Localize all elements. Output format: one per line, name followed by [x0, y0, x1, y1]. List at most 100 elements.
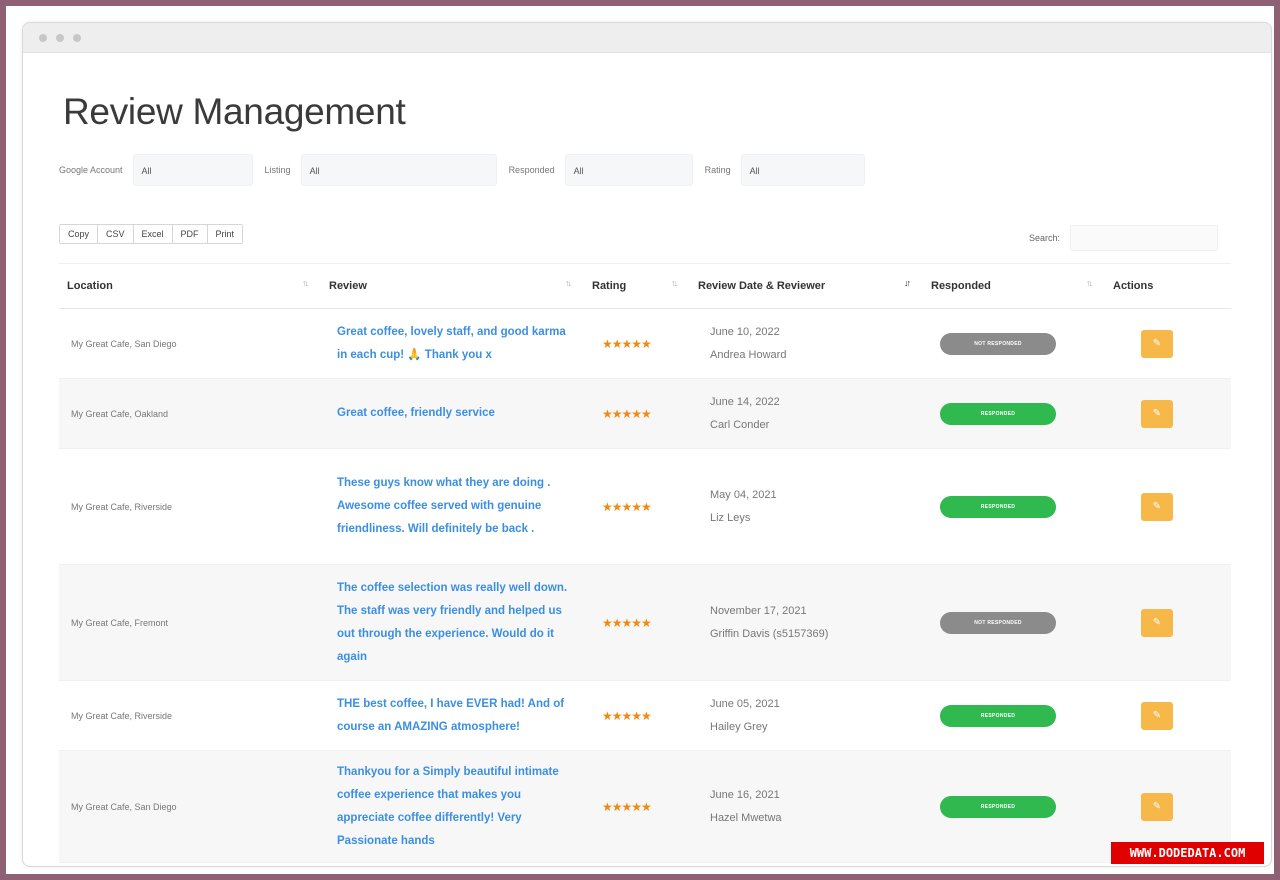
- filter-label-rating: Rating: [704, 165, 731, 175]
- pencil-icon: ✎: [1152, 501, 1162, 512]
- copy-button[interactable]: Copy: [60, 225, 99, 243]
- status-badge: RESPONDED: [940, 496, 1056, 518]
- column-header-review[interactable]: Review ↑↓: [321, 264, 584, 308]
- responded-cell: RESPONDED: [923, 795, 1105, 818]
- review-date-cell: June 10, 2022 Andrea Howard: [690, 321, 923, 367]
- responded-cell: NOT RESPONDED: [923, 332, 1105, 355]
- actions-cell: ✎: [1105, 792, 1231, 821]
- column-header-review-date[interactable]: Review Date & Reviewer ↓↑: [690, 264, 923, 308]
- review-date: May 04, 2021: [710, 488, 777, 501]
- filter-select-listing[interactable]: All: [300, 154, 497, 186]
- responded-cell: NOT RESPONDED: [923, 611, 1105, 634]
- review-link[interactable]: Thankyou for a Simply beautiful intimate…: [321, 761, 584, 853]
- status-badge: RESPONDED: [940, 403, 1056, 425]
- rating-stars: ★★★★★: [602, 336, 652, 351]
- filter-bar: Google Account All Listing All Responded…: [59, 153, 877, 187]
- sort-icon[interactable]: ↑↓: [565, 278, 572, 288]
- actions-cell: ✎: [1105, 608, 1231, 637]
- sort-icon[interactable]: ↑↓: [671, 278, 678, 288]
- review-date-cell: May 04, 2021 Liz Leys: [690, 484, 923, 530]
- window-titlebar: [23, 23, 1271, 53]
- review-link[interactable]: The coffee selection was really well dow…: [321, 577, 584, 669]
- location-cell: My Great Cafe, San Diego: [71, 801, 177, 812]
- rating-stars: ★★★★★: [602, 799, 652, 814]
- table-row: My Great Cafe, Riverside These guys know…: [59, 449, 1231, 565]
- sort-icon[interactable]: ↑↓: [302, 278, 309, 288]
- window-dot-icon: [73, 33, 81, 42]
- column-header-label: Location: [67, 280, 113, 292]
- actions-cell: ✎: [1105, 329, 1231, 358]
- status-badge: NOT RESPONDED: [940, 612, 1056, 634]
- responded-cell: RESPONDED: [923, 704, 1105, 727]
- pencil-icon: ✎: [1152, 617, 1162, 628]
- column-header-label: Review: [329, 280, 367, 292]
- csv-button[interactable]: CSV: [98, 225, 134, 243]
- print-button[interactable]: Print: [207, 225, 243, 243]
- table-row: My Great Cafe, Riverside THE best coffee…: [59, 681, 1231, 751]
- reviewer-name: Griffin Davis (s5157369): [710, 627, 829, 640]
- watermark-label: WWW.DODEDATA.COM: [1111, 842, 1264, 864]
- export-button-group: Copy CSV Excel PDF Print: [59, 224, 244, 244]
- column-header-responded[interactable]: Responded ↑↓: [923, 264, 1105, 308]
- review-date-cell: June 16, 2021 Hazel Mwetwa: [690, 784, 923, 830]
- filter-label-google-account: Google Account: [59, 165, 123, 175]
- status-badge: NOT RESPONDED: [940, 333, 1056, 355]
- pdf-button[interactable]: PDF: [172, 225, 208, 243]
- review-date: June 05, 2021: [710, 697, 780, 710]
- column-header-label: Review Date & Reviewer: [698, 280, 826, 292]
- filter-select-responded[interactable]: All: [564, 154, 693, 186]
- filter-select-google-account[interactable]: All: [132, 154, 253, 186]
- table-row: My Great Cafe, Fremont The coffee select…: [59, 565, 1231, 681]
- table-row: My Great Cafe, San Diego Thankyou for a …: [59, 751, 1231, 863]
- reviews-table: Location ↑↓ Review ↑↓ Rating ↑↓ Review D…: [59, 263, 1231, 863]
- column-header-label: Rating: [592, 280, 627, 292]
- sort-icon[interactable]: ↓↑: [904, 278, 911, 288]
- review-link[interactable]: Great coffee, friendly service: [321, 402, 584, 425]
- review-date: June 10, 2022: [710, 325, 780, 338]
- page-title: Review Management: [63, 91, 406, 132]
- column-header-actions: Actions: [1105, 264, 1231, 308]
- location-cell: My Great Cafe, Fremont: [71, 617, 169, 628]
- search-area: Search:: [1029, 225, 1219, 251]
- search-input[interactable]: [1070, 225, 1219, 251]
- review-link[interactable]: These guys know what they are doing . Aw…: [321, 472, 584, 541]
- filter-select-rating[interactable]: All: [740, 154, 865, 186]
- actions-cell: ✎: [1105, 701, 1231, 730]
- rating-stars: ★★★★★: [602, 406, 652, 421]
- rating-stars: ★★★★★: [602, 615, 652, 630]
- table-header: Location ↑↓ Review ↑↓ Rating ↑↓ Review D…: [59, 263, 1231, 309]
- edit-button[interactable]: ✎: [1141, 701, 1173, 730]
- rating-stars: ★★★★★: [602, 499, 652, 514]
- responded-cell: RESPONDED: [923, 402, 1105, 425]
- table-row: My Great Cafe, Oakland Great coffee, fri…: [59, 379, 1231, 449]
- location-cell: My Great Cafe, Riverside: [71, 501, 173, 512]
- window-dot-icon: [56, 33, 64, 42]
- review-date: June 16, 2021: [710, 788, 780, 801]
- filter-label-responded: Responded: [508, 165, 555, 175]
- column-header-label: Responded: [931, 280, 991, 292]
- edit-button[interactable]: ✎: [1141, 608, 1173, 637]
- reviewer-name: Hazel Mwetwa: [710, 811, 782, 824]
- location-cell: My Great Cafe, Riverside: [71, 710, 173, 721]
- review-link[interactable]: THE best coffee, I have EVER had! And of…: [321, 693, 584, 739]
- actions-cell: ✎: [1105, 399, 1231, 428]
- sort-icon[interactable]: ↑↓: [1086, 278, 1093, 288]
- edit-button[interactable]: ✎: [1141, 329, 1173, 358]
- responded-cell: RESPONDED: [923, 495, 1105, 518]
- filter-label-listing: Listing: [264, 165, 291, 175]
- review-date-cell: June 14, 2022 Carl Conder: [690, 391, 923, 437]
- status-badge: RESPONDED: [940, 705, 1056, 727]
- edit-button[interactable]: ✎: [1141, 792, 1173, 821]
- column-header-label: Actions: [1113, 280, 1154, 292]
- edit-button[interactable]: ✎: [1141, 492, 1173, 521]
- excel-button[interactable]: Excel: [133, 225, 173, 243]
- column-header-rating[interactable]: Rating ↑↓: [584, 264, 690, 308]
- table-row: My Great Cafe, San Diego Great coffee, l…: [59, 309, 1231, 379]
- column-header-location[interactable]: Location ↑↓: [59, 264, 321, 308]
- edit-button[interactable]: ✎: [1141, 399, 1173, 428]
- review-date-cell: November 17, 2021 Griffin Davis (s5157369…: [690, 600, 923, 646]
- browser-window: Review Management Google Account All Lis…: [22, 22, 1272, 867]
- review-link[interactable]: Great coffee, lovely staff, and good kar…: [321, 321, 584, 367]
- review-date: November 17, 2021: [710, 604, 807, 617]
- rating-stars: ★★★★★: [602, 708, 652, 723]
